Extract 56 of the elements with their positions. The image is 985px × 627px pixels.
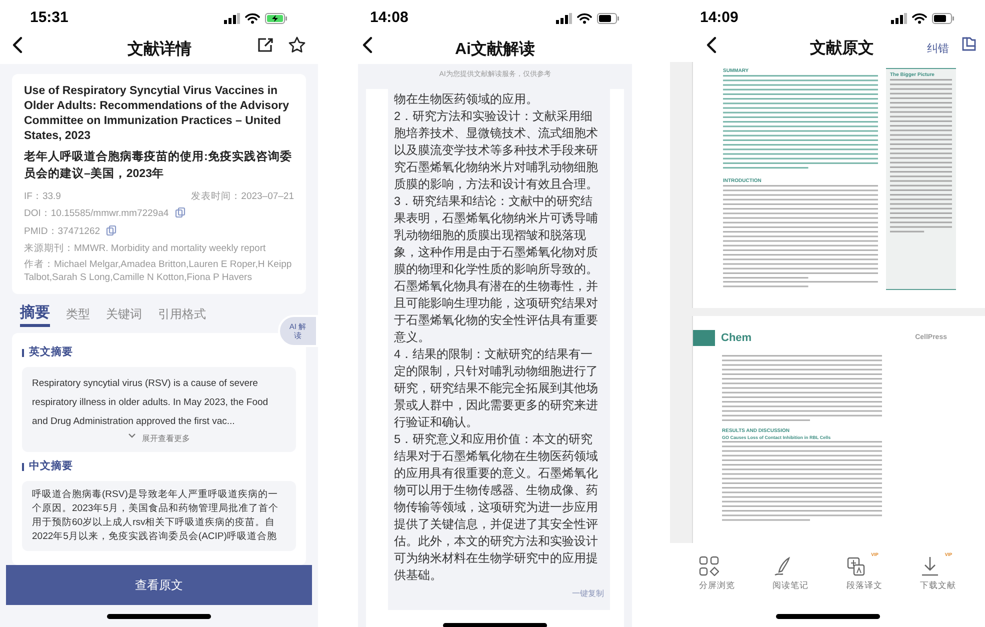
tab[interactable]: 类型 (66, 306, 90, 327)
translate-icon (846, 556, 866, 576)
copy-icon[interactable] (106, 224, 118, 236)
page-title: 文献详情 (126, 39, 192, 60)
chevron-down-icon (128, 432, 136, 438)
doi-text: DOI：10.15585/mmwr.mm7229a4 (24, 207, 169, 222)
back-icon[interactable] (362, 36, 373, 54)
answer-paragraph: 物在生物医药领域的应用。 (394, 90, 539, 108)
page-title: 文献原文 (809, 38, 875, 59)
section-heading: 中文摘要 (29, 458, 73, 474)
view-original-button[interactable]: 查看原文 (6, 565, 312, 605)
back-icon[interactable] (706, 36, 717, 54)
star-icon[interactable] (288, 36, 306, 54)
page-title: Ai文献解读 (454, 39, 536, 60)
status-time: 15:31 (30, 8, 68, 28)
journal-name: Chem (721, 331, 753, 346)
abstract-text: 呼吸道合胞病毒(RSV)是导致老年人严重呼吸道疾病的一个原因。2023年5月，美国食品和药物管理局批准了首个用于预防60岁以上成人rsv相关下呼吸道疾病的疫苗。自2022年5月以来，免疫实践咨询委员会(ACIP)呼吸道合胞 (32, 488, 280, 544)
wifi-icon (245, 12, 260, 24)
tab[interactable]: 引用格式 (158, 306, 206, 327)
answer-paragraph: 3．研究结果和结论：文献中的研究结果表明，石墨烯氧化物纳米片可诱导哺乳动物细胞的质膜出现褶皱和脱落现象，这种作用是由于石墨烯氧化物对质膜的物理和化学性质的影响所导致的。石墨烯氧化物具有潜在的生物毒性，并且可能影响生理功能，这项研究结果对于石墨烯氧化物的安全性评估具有重要意义。 (394, 192, 599, 346)
section-heading: 英文摘要 (29, 345, 73, 360)
notes-icon (772, 556, 793, 576)
section-marker (22, 462, 24, 471)
answer-paragraph: 5．研究意义和应用价值：本文的研究结果对于石墨烯氧化物在生物医药领域的应用具有很重要的意义。石墨烯氧化物可以用于生物传感器、生物成像、药物传输等领域，这项研究为进一步应用提供了关键信息，并促进了其安全性评估。此外，本文的研究方法和实验设计可为纳米材料在生物学研究中的应用提供基础。 (394, 430, 599, 584)
pmid-text: PMID：37471262 (24, 224, 100, 238)
answer-paragraph: 4．结果的限制：文献研究的结果有一定的限制，只针对哺乳动物细胞进行了研究，研究结果不能完全拓展到其他场景或人群中，因此需要更多的研究来进行验证和确认。 (394, 346, 599, 430)
publish-date: 发表时间：2023–07–21 (191, 190, 294, 204)
signal-icon (891, 12, 907, 24)
toolbar-item[interactable]: 阅读笔记 (772, 556, 809, 592)
section-marker (22, 348, 24, 357)
tab[interactable]: 摘要 (20, 304, 50, 327)
copy-icon[interactable] (174, 207, 186, 218)
paper-title: Use of Respiratory Syncytial Virus Vaccines in Older Adults: Recommendations of the Advisory Committee on Immunization Practices – United States, 2023 (24, 84, 290, 144)
split-icon (698, 556, 719, 576)
share-icon[interactable] (256, 36, 274, 54)
report-error-link[interactable]: 纠错 (927, 40, 949, 58)
copy-all-button[interactable]: 一键复制 (572, 588, 604, 600)
status-time: 14:08 (370, 8, 408, 28)
toolbar-item[interactable]: 分屏浏览 (698, 556, 735, 592)
expand-button[interactable]: 展开查看更多 (128, 432, 190, 445)
journal-logo-block (693, 330, 715, 346)
signal-icon (224, 12, 240, 24)
tab[interactable]: 关键词 (106, 306, 142, 327)
impact-factor: IF：33.9 (24, 190, 61, 204)
paper-title-chinese: 老年人呼吸道合胞病毒疫苗的使用:免疫实践咨询委员会的建议–美国，2023年 (24, 149, 293, 182)
source-journal: 来源期刊：MMWR. Morbidity and mortality weekly report (24, 242, 267, 256)
wifi-icon (577, 12, 592, 24)
wifi-icon (912, 12, 927, 24)
back-icon[interactable] (12, 36, 23, 54)
download-icon (920, 556, 940, 576)
export-icon[interactable] (961, 36, 977, 52)
abstract-text: Respiratory syncytial virus (RSV) is a cause of severe respiratory illness in older adults. In May 2023, the Food and Drug Administration approved the first vac... (32, 376, 270, 429)
answer-paragraph: 2．研究方法和实验设计：文献采用细胞培养技术、显微镜技术、流式细胞术以及膜流变学技术等多种技术手段来研究石墨烯氧化物纳米片对哺乳动物细胞质膜的影响，方法和设计有效且合理。 (394, 108, 599, 192)
status-time: 14:09 (700, 8, 738, 28)
authors-text: 作者：Michael Melgar,Amadea Britton,Lauren E Roper,H Keipp Talbot,Sarah S Long,Camille N Kotton,Fiona P Havers (24, 258, 293, 284)
signal-icon (556, 12, 572, 24)
